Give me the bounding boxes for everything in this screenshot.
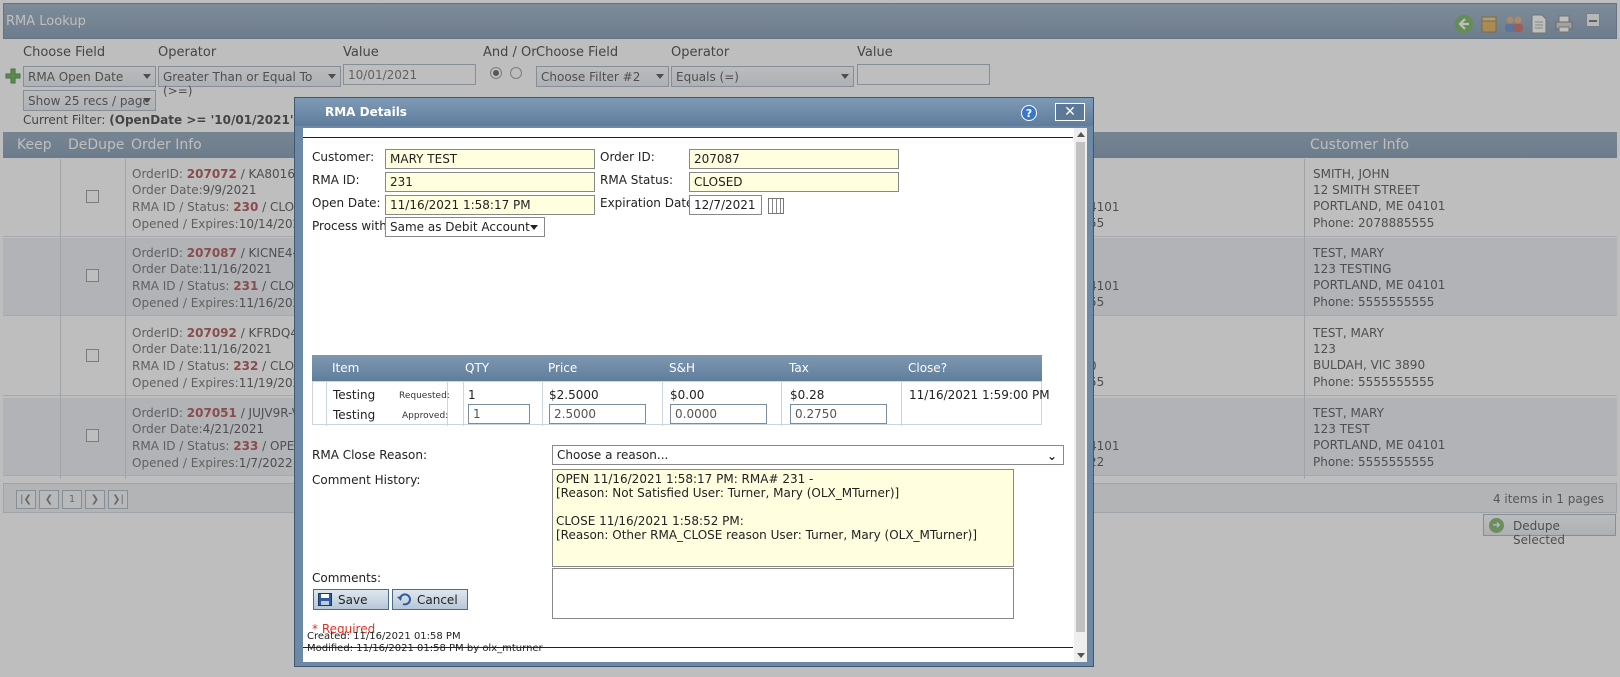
requested-sh: $0.00: [670, 388, 705, 402]
approved-price-input[interactable]: 2.5000: [549, 404, 646, 424]
dialog-scrollbar[interactable]: [1074, 128, 1087, 662]
chevron-down-icon: ⌄: [1046, 449, 1057, 463]
col-price: Price: [548, 361, 578, 375]
col-qty: QTY: [465, 361, 490, 375]
col-close: Close?: [908, 361, 948, 375]
cell-divider: [542, 382, 543, 426]
process-with-value: Same as Debit Account: [390, 220, 530, 234]
created-meta: Created: 11/16/2021 01:58 PM: [307, 631, 461, 642]
items-table-header: Item QTY Price S&H Tax Close?: [312, 355, 1042, 381]
rma-lookup-page: RMA Lookup Choose Field Operator Value A…: [0, 0, 1620, 677]
save-label: Save: [338, 593, 368, 607]
close-dialog-button[interactable]: ✕: [1055, 103, 1085, 121]
requested-qty: 1: [468, 388, 476, 402]
floppy-icon: [318, 593, 332, 606]
close-reason-label: RMA Close Reason:: [312, 448, 427, 462]
modified-meta: Modified: 11/16/2021 01:58 PM by olx_mtu…: [307, 643, 543, 654]
expiration-date-field[interactable]: 12/7/2021: [689, 195, 762, 215]
requested-label: Requested:: [399, 391, 450, 401]
order-id-field[interactable]: 207087: [689, 149, 899, 169]
item-name-requested: Testing: [333, 388, 376, 402]
requested-price: $2.5000: [549, 388, 599, 402]
col-item: Item: [332, 361, 360, 375]
process-with-select[interactable]: Same as Debit Account: [385, 217, 545, 237]
rma-id-label: RMA ID:: [312, 173, 360, 187]
dialog-title: RMA Details: [325, 105, 407, 119]
requested-tax: $0.28: [790, 388, 825, 402]
rma-status-field[interactable]: CLOSED: [689, 172, 899, 192]
approved-sh-input[interactable]: 0.0000: [670, 404, 767, 424]
open-date-field[interactable]: 11/16/2021 1:58:17 PM: [385, 195, 595, 215]
rma-id-field[interactable]: 231: [385, 172, 595, 192]
comments-textarea[interactable]: [552, 568, 1014, 619]
approved-tax-input[interactable]: 0.2750: [790, 404, 887, 424]
dialog-titlebar: RMA Details ? ✕: [295, 98, 1093, 126]
calendar-icon[interactable]: [768, 198, 784, 214]
cell-divider: [901, 382, 902, 426]
comment-history-label: Comment History:: [312, 473, 421, 487]
open-date-label: Open Date:: [312, 196, 381, 210]
rma-details-dialog: RMA Details ? ✕ Customer: MARY TEST Orde…: [294, 97, 1094, 667]
help-icon[interactable]: ?: [1021, 105, 1037, 121]
rma-status-label: RMA Status:: [600, 173, 673, 187]
items-table-body: Testing Requested: 1 $2.5000 $0.00 $0.28…: [312, 381, 1050, 426]
cell-divider: [662, 382, 663, 426]
customer-label: Customer:: [312, 150, 375, 164]
dialog-body: Customer: MARY TEST Order ID: 207087 RMA…: [303, 128, 1087, 662]
customer-field[interactable]: MARY TEST: [385, 149, 595, 169]
divider: [303, 137, 1073, 138]
close-reason-value: Choose a reason...: [557, 448, 669, 462]
col-sh: S&H: [669, 361, 695, 375]
order-id-label: Order ID:: [600, 150, 655, 164]
cancel-button[interactable]: Cancel: [392, 589, 468, 610]
cell-divider: [781, 382, 782, 426]
close-reason-select[interactable]: Choose a reason... ⌄: [552, 445, 1064, 465]
cell-divider: [463, 382, 464, 426]
process-with-label: Process with:: [312, 219, 391, 233]
comments-label: Comments:: [312, 571, 382, 585]
expiration-date-label: Expiration Date:: [600, 196, 698, 210]
col-tax: Tax: [789, 361, 809, 375]
approved-label: Approved:: [402, 411, 449, 421]
undo-icon: [397, 593, 411, 606]
save-button[interactable]: Save: [313, 589, 389, 610]
close-date: 11/16/2021 1:59:00 PM: [909, 388, 1050, 402]
cell-divider: [326, 382, 327, 426]
comment-history-textarea[interactable]: OPEN 11/16/2021 1:58:17 PM: RMA# 231 - […: [552, 469, 1014, 567]
item-name-approved: Testing: [333, 408, 376, 422]
approved-qty-input[interactable]: 1: [468, 404, 530, 424]
cancel-label: Cancel: [417, 593, 458, 607]
